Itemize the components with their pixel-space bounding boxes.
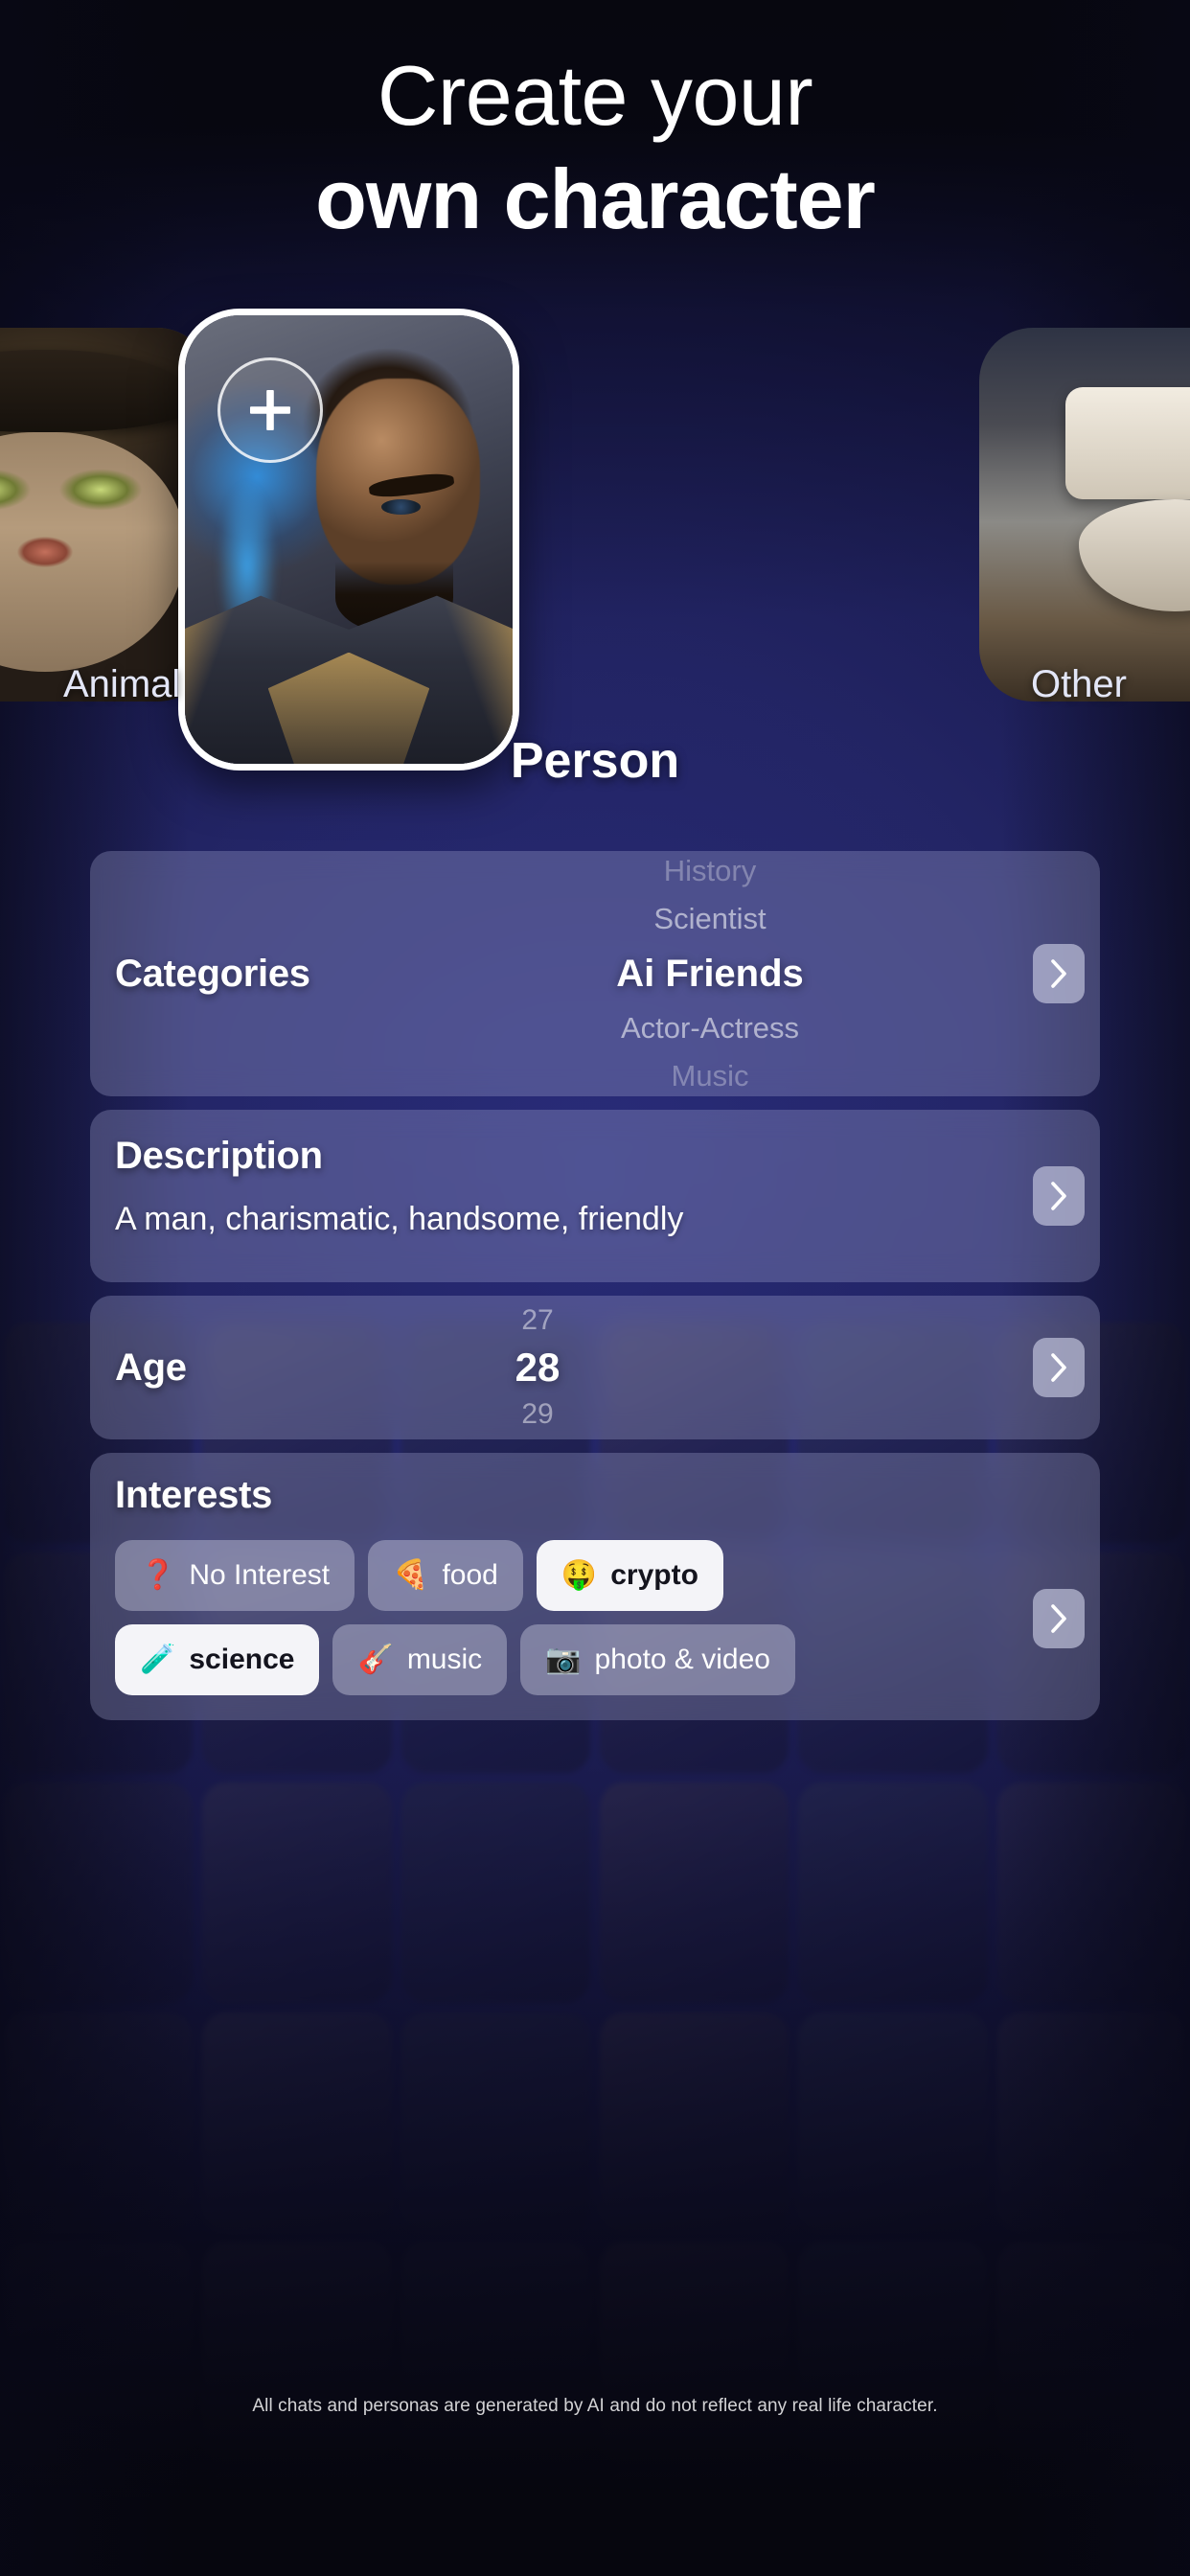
carousel-label-person: Person [510, 733, 680, 789]
categories-next-button[interactable] [1033, 944, 1085, 1003]
categories-option-below-far[interactable]: Music [672, 1052, 749, 1096]
age-option-above[interactable]: 27 [521, 1300, 553, 1341]
description-next-button[interactable] [1033, 1166, 1085, 1226]
guitar-icon: 🎸 [357, 1644, 394, 1675]
person-eye [381, 498, 422, 515]
ai-disclaimer: All chats and personas are generated by … [252, 2396, 938, 2416]
carousel-label-other[interactable]: Other [1031, 663, 1127, 706]
page-title-line-1: Create your [377, 48, 813, 143]
interests-label: Interests [115, 1474, 273, 1516]
plus-icon [244, 384, 296, 436]
description-card[interactable]: Description A man, charismatic, handsome… [90, 1110, 1100, 1282]
interest-chip-no-interest[interactable]: ❓ No Interest [115, 1540, 355, 1611]
interest-chip-food[interactable]: 🍕 food [368, 1540, 523, 1611]
carousel-label-animal[interactable]: Animal [63, 663, 180, 706]
categories-option-above-far[interactable]: History [664, 851, 756, 895]
categories-card[interactable]: Categories History Scientist Ai Friends … [90, 851, 1100, 1096]
test-tube-icon: 🧪 [140, 1644, 176, 1675]
other-thumbnail-image [979, 328, 1190, 702]
camera-icon: 📷 [545, 1644, 582, 1675]
interests-row-2: 🧪 science 🎸 music 📷 photo & video [115, 1624, 995, 1695]
add-character-button[interactable] [217, 357, 323, 463]
chevron-right-icon [1046, 1180, 1071, 1212]
interests-next-button[interactable] [1033, 1589, 1085, 1648]
page-title-line-2: own character [315, 151, 876, 246]
age-option-selected[interactable]: 28 [515, 1341, 561, 1394]
carousel-labels: Animal Other Person [0, 663, 1190, 789]
interest-chip-science[interactable]: 🧪 science [115, 1624, 320, 1695]
interest-chip-music[interactable]: 🎸 music [332, 1624, 508, 1695]
question-mark-icon: ❓ [140, 1559, 176, 1591]
categories-option-above-near[interactable]: Scientist [653, 895, 766, 943]
categories-picker[interactable]: History Scientist Ai Friends Actor-Actre… [435, 851, 985, 1096]
character-type-carousel[interactable] [0, 309, 1190, 770]
description-value[interactable]: A man, charismatic, handsome, friendly [115, 1201, 1075, 1238]
age-card[interactable]: Age 27 28 29 [90, 1296, 1100, 1439]
categories-label: Categories [115, 952, 310, 995]
interests-row-1: ❓ No Interest 🍕 food 🤑 crypto [115, 1540, 995, 1611]
interests-chip-grid: ❓ No Interest 🍕 food 🤑 crypto 🧪 science … [115, 1540, 1075, 1695]
categories-option-below-near[interactable]: Actor-Actress [621, 1004, 799, 1052]
interest-chip-label: music [406, 1644, 483, 1675]
money-mouth-face-icon: 🤑 [561, 1559, 598, 1591]
interest-chip-label: science [189, 1644, 295, 1675]
age-picker[interactable]: 27 28 29 [90, 1296, 985, 1439]
pizza-icon: 🍕 [393, 1559, 429, 1591]
app-screen: Create your own character Animal Other P… [0, 0, 1190, 2576]
interests-card[interactable]: Interests ❓ No Interest 🍕 food 🤑 crypto [90, 1453, 1100, 1720]
chevron-right-icon [1046, 957, 1071, 990]
age-option-below[interactable]: 29 [521, 1394, 553, 1435]
character-form: Categories History Scientist Ai Friends … [90, 851, 1100, 1734]
chevron-right-icon [1046, 1351, 1071, 1384]
age-next-button[interactable] [1033, 1338, 1085, 1397]
page-title: Create your own character [0, 46, 1190, 247]
description-label: Description [115, 1135, 323, 1177]
interest-chip-crypto[interactable]: 🤑 crypto [536, 1540, 723, 1611]
interest-chip-label: food [442, 1559, 498, 1591]
interest-chip-label: photo & video [594, 1644, 770, 1675]
chevron-right-icon [1046, 1602, 1071, 1635]
carousel-card-other[interactable] [979, 328, 1190, 702]
interest-chip-label: No Interest [189, 1559, 331, 1591]
interest-chip-photo-video[interactable]: 📷 photo & video [520, 1624, 795, 1695]
interest-chip-label: crypto [610, 1559, 698, 1591]
categories-option-selected[interactable]: Ai Friends [616, 943, 804, 1004]
